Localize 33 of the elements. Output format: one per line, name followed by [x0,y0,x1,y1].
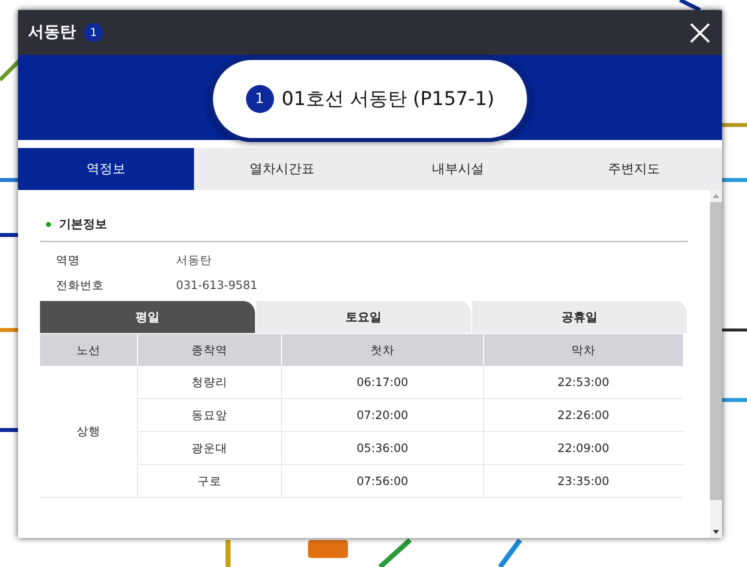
day-tab[interactable]: 평일 [40,301,255,333]
column-header: 첫차 [282,334,484,366]
table-cell: 22:53:00 [483,366,683,398]
column-header: 노선 [40,334,138,366]
line-badge: 1 [84,23,103,42]
table-cell: 05:36:00 [282,432,484,464]
section-title: 기본정보 [59,216,107,233]
station-name: 01호선 서동탄 (P157-1) [282,87,494,112]
table-cell: 07:20:00 [282,398,484,432]
table-cell: 07:56:00 [282,464,484,498]
column-header: 종착역 [138,334,282,366]
scrollbar-thumb[interactable] [710,202,722,500]
table-cell: 상행 [40,366,138,498]
table-cell: 구로 [138,464,282,498]
column-header: 막차 [483,334,683,366]
table-cell: 23:35:00 [483,464,683,498]
table-cell: 06:17:00 [282,366,484,398]
tab[interactable]: 역정보 [18,148,194,190]
table-cell: 청량리 [138,366,282,398]
close-button[interactable] [688,21,712,45]
table-cell: 광운대 [138,432,282,464]
info-value: 서동탄 [176,253,213,268]
info-value: 031-613-9581 [176,278,258,293]
day-tab[interactable]: 공휴일 [472,301,687,333]
info-label: 역명 [56,253,81,268]
table-cell: 22:26:00 [483,398,683,432]
window-title: 서동탄 [28,22,76,43]
bullet-icon [46,222,51,227]
table-cell: 동묘앞 [138,398,282,432]
line-badge: 1 [246,85,274,113]
day-tab[interactable]: 토요일 [256,301,471,333]
info-label: 전화번호 [56,278,105,293]
table-cell: 22:09:00 [483,432,683,464]
